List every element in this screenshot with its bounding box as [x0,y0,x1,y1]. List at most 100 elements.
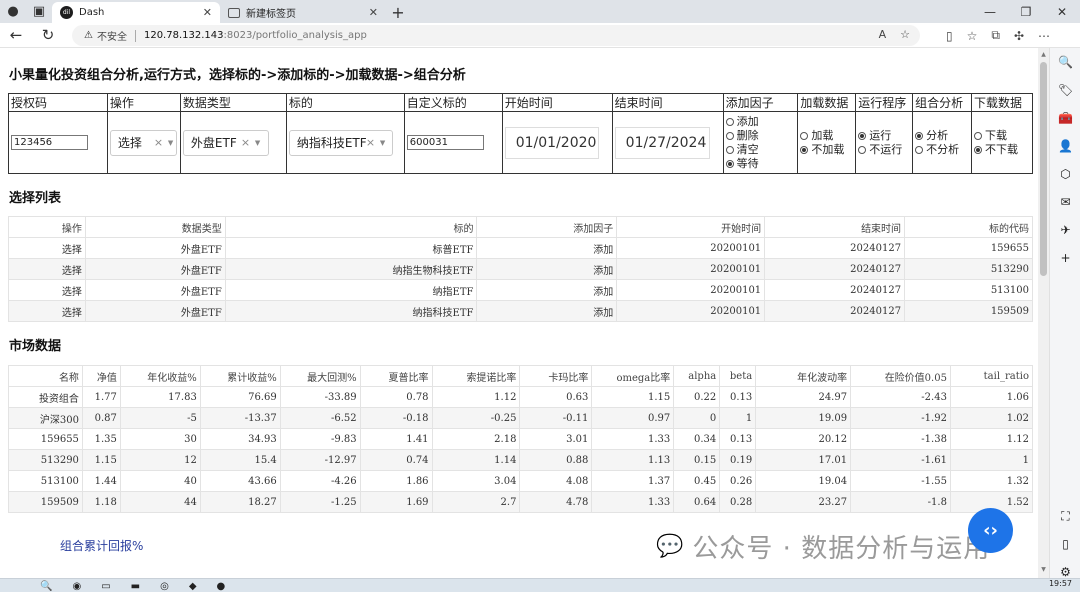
table-cell[interactable]: 0.64 [673,491,721,513]
column-header[interactable]: 名称 [8,365,83,387]
page-scrollbar[interactable]: ▲ ▼ [1038,48,1049,578]
factor-radio-clear[interactable]: 清空 [725,143,796,157]
scrollbar-thumb[interactable] [1040,62,1047,276]
radio-circle[interactable] [725,145,734,154]
more-menu-icon[interactable]: ⋯ [1038,29,1050,43]
table-cell[interactable]: 2.7 [431,491,521,513]
analysis-radio-analyze[interactable]: 分析 [915,129,969,143]
table-cell[interactable]: -0.25 [431,407,521,429]
back-icon[interactable]: ← [0,23,32,48]
table-cell[interactable]: 1.12 [949,428,1034,450]
folder-taskbar-icon[interactable]: ▬ [131,581,140,592]
column-header[interactable]: 最大回测% [279,365,361,387]
toolbox-icon[interactable]: 🧰 [1050,104,1080,132]
table-cell[interactable]: 20240127 [764,258,906,280]
chevron-down-icon[interactable]: ▼ [168,139,173,147]
load-radio-load[interactable]: 加载 [800,129,853,143]
table-cell[interactable]: 0.34 [673,428,721,450]
person-icon[interactable]: 👤 [1050,132,1080,160]
table-cell[interactable]: -9.83 [279,428,361,450]
table-cell[interactable]: -1.92 [850,407,951,429]
table-cell[interactable]: 标普ETF [224,237,478,259]
table-cell[interactable]: 0.63 [519,386,593,408]
clear-icon[interactable]: × [241,136,250,149]
table-cell[interactable]: 20200101 [616,258,766,280]
table-cell[interactable]: 17.01 [755,449,852,471]
extensions-icon[interactable]: ✣ [1014,29,1024,43]
table-cell[interactable]: 0.19 [719,449,757,471]
table-cell[interactable]: 1.13 [591,449,675,471]
table-cell[interactable]: 159655 [8,428,83,450]
operation-dropdown[interactable]: 选择 × ▼ [109,129,177,156]
table-cell[interactable]: 1.32 [949,470,1034,492]
table-cell[interactable]: 添加 [476,279,618,301]
table-cell[interactable]: 20.12 [755,428,852,450]
profile-icon[interactable]: ● [0,0,26,23]
minimize-icon[interactable]: — [972,0,1008,23]
table-cell[interactable]: 选择 [8,300,86,322]
table-cell[interactable]: -1.61 [850,449,951,471]
load-radio-no-load[interactable]: 不加载 [800,143,853,157]
table-cell[interactable]: 1.14 [431,449,521,471]
table-cell[interactable]: 20240127 [764,279,906,301]
table-cell[interactable]: 1.02 [949,407,1034,429]
split-screen-icon[interactable]: ▯ [946,29,953,43]
table-cell[interactable]: 沪深300 [8,407,83,429]
column-header[interactable]: 结束时间 [764,216,906,238]
table-cell[interactable]: 20200101 [616,300,766,322]
start-date-picker[interactable]: 01/01/2020 [504,126,599,159]
end-date-picker[interactable]: 01/27/2024 [614,126,710,159]
table-cell[interactable]: -5 [119,407,201,429]
table-cell[interactable]: -1.55 [850,470,951,492]
column-header[interactable]: tail_ratio [949,365,1034,387]
radio-circle[interactable] [974,131,983,140]
table-cell[interactable]: 3.01 [519,428,593,450]
table-cell[interactable]: 外盘ETF [84,258,226,280]
table-cell[interactable]: 1.33 [591,491,675,513]
table-cell[interactable]: 0.87 [81,407,121,429]
table-cell[interactable]: 外盘ETF [84,279,226,301]
refresh-icon[interactable]: ↻ [32,23,64,48]
analysis-radio-no-analyze[interactable]: 不分析 [915,143,969,157]
run-radio-run[interactable]: 运行 [858,129,910,143]
download-radio-no-download[interactable]: 不下载 [974,143,1030,157]
table-cell[interactable]: -12.97 [279,449,361,471]
table-cell[interactable]: 纳指科技ETF [224,300,478,322]
tab-dash[interactable]: dil Dash ✕ [52,2,220,23]
table-cell[interactable]: 4.78 [519,491,593,513]
run-radio-no-run[interactable]: 不运行 [858,143,910,157]
table-cell[interactable]: 44 [119,491,201,513]
wechat-taskbar-icon[interactable]: ● [217,581,226,592]
column-header[interactable]: 净值 [81,365,121,387]
table-cell[interactable]: 159509 [904,300,1033,322]
screenshot-icon[interactable]: ⛶ [1050,502,1080,530]
clear-icon[interactable]: × [154,136,163,149]
column-header[interactable]: 标的 [224,216,478,238]
table-cell[interactable]: 选择 [8,237,86,259]
table-cell[interactable]: 1.18 [81,491,121,513]
table-cell[interactable]: 1.69 [359,491,433,513]
table-cell[interactable]: 43.66 [199,470,281,492]
table-cell[interactable]: 12 [119,449,201,471]
column-header[interactable]: beta [719,365,757,387]
table-cell[interactable]: 1.15 [81,449,121,471]
column-header[interactable]: 数据类型 [84,216,226,238]
table-cell[interactable]: 17.83 [119,386,201,408]
auth-code-input[interactable]: 123456 [11,135,88,150]
custom-target-input[interactable]: 600031 [406,135,484,150]
table-cell[interactable]: 76.69 [199,386,281,408]
table-cell[interactable]: 1.15 [591,386,675,408]
vscode-taskbar-icon[interactable]: ◆ [189,581,197,592]
radio-circle[interactable] [800,145,809,154]
radio-circle[interactable] [800,131,809,140]
table-cell[interactable]: 159655 [904,237,1033,259]
table-cell[interactable]: -1.38 [850,428,951,450]
table-cell[interactable]: 34.93 [199,428,281,450]
table-cell[interactable]: 513100 [904,279,1033,301]
table-cell[interactable]: 添加 [476,300,618,322]
table-cell[interactable]: 18.27 [199,491,281,513]
table-cell[interactable]: 0.97 [591,407,675,429]
table-cell[interactable]: 1.37 [591,470,675,492]
table-cell[interactable]: -0.11 [519,407,593,429]
download-radio-download[interactable]: 下载 [974,129,1030,143]
